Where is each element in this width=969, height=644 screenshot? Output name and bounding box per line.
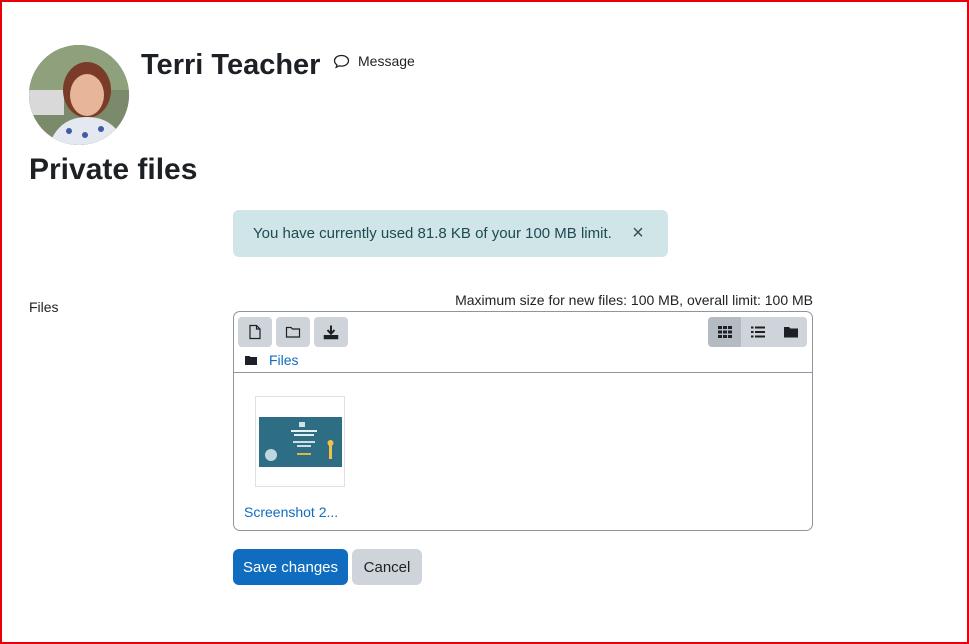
grid-view-icon bbox=[717, 326, 732, 338]
create-folder-button[interactable] bbox=[276, 317, 310, 347]
avatar-image bbox=[29, 45, 129, 145]
page-title: Private files bbox=[29, 153, 198, 186]
file-manager: Files Screenshot 2... bbox=[233, 311, 813, 531]
message-button[interactable]: Message bbox=[333, 53, 415, 69]
download-button[interactable] bbox=[314, 317, 348, 347]
file-name-link[interactable]: Screenshot 2... bbox=[244, 504, 338, 520]
avatar bbox=[29, 45, 129, 145]
files-field-label: Files bbox=[29, 299, 59, 315]
close-icon[interactable]: × bbox=[628, 222, 648, 244]
create-folder-icon bbox=[285, 326, 301, 338]
tree-view-button[interactable] bbox=[774, 317, 807, 347]
add-file-button[interactable] bbox=[238, 317, 272, 347]
quota-alert: You have currently used 81.8 KB of your … bbox=[233, 210, 668, 257]
save-changes-button[interactable]: Save changes bbox=[233, 549, 348, 585]
file-manager-toolbar: Files bbox=[234, 312, 812, 373]
breadcrumb-files-link[interactable]: Files bbox=[269, 352, 299, 368]
cancel-button[interactable]: Cancel bbox=[352, 549, 422, 585]
folder-view-icon bbox=[783, 327, 798, 338]
file-size-limit: Maximum size for new files: 100 MB, over… bbox=[455, 292, 813, 308]
screenshot-thumbnail-image bbox=[258, 416, 342, 467]
message-label: Message bbox=[358, 53, 415, 69]
list-view-button[interactable] bbox=[741, 317, 774, 347]
list-view-icon bbox=[750, 326, 765, 338]
file-thumbnail[interactable] bbox=[255, 396, 345, 487]
view-switcher bbox=[708, 317, 807, 347]
grid-view-button[interactable] bbox=[708, 317, 741, 347]
breadcrumb: Files bbox=[245, 352, 299, 368]
file-list-area: Screenshot 2... bbox=[234, 373, 812, 530]
user-fullname: Terri Teacher bbox=[141, 49, 321, 81]
download-icon bbox=[323, 325, 339, 340]
add-file-icon bbox=[249, 324, 261, 340]
speech-bubble-icon bbox=[333, 54, 350, 69]
folder-icon bbox=[245, 356, 257, 365]
alert-text: You have currently used 81.8 KB of your … bbox=[253, 225, 612, 242]
